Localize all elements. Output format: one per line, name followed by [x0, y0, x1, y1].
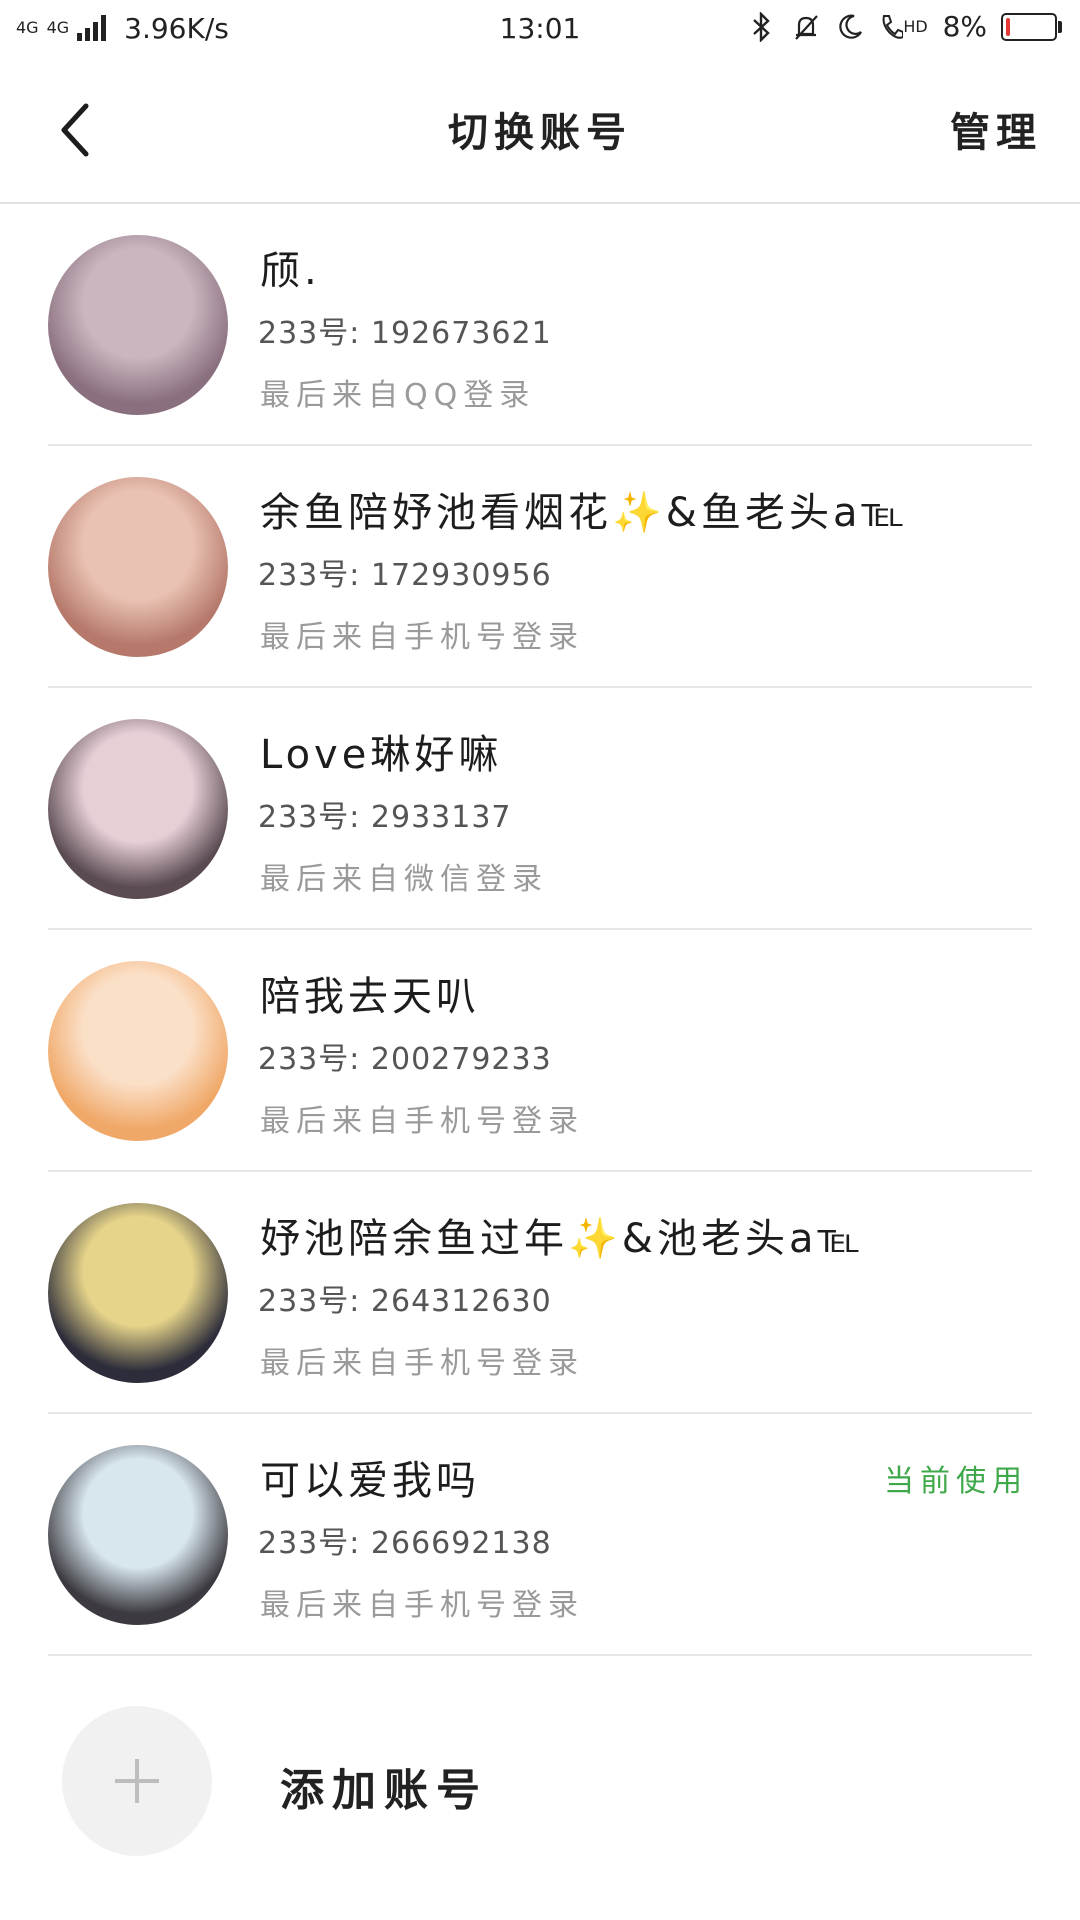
- avatar: [48, 235, 228, 415]
- last-login-source: 最后来自手机号登录: [260, 1104, 584, 1139]
- bluetooth-icon: [747, 11, 777, 42]
- last-login-source: 最后来自QQ登录: [260, 378, 536, 413]
- moon-icon: [835, 12, 865, 42]
- mute-bell-icon: [791, 12, 821, 42]
- account-item[interactable]: Love琳好嘛 233号: 2933137 最后来自微信登录: [0, 688, 1080, 930]
- network-speed: 3.96K/s: [124, 11, 229, 45]
- status-bar: 4G 4G 3.96K/s 13:01 HD 8%: [0, 0, 1080, 56]
- avatar: [48, 477, 228, 657]
- add-account-button[interactable]: [62, 1706, 212, 1856]
- account-id: 233号: 264312630: [258, 1284, 552, 1319]
- account-item[interactable]: 颀. 233号: 192673621 最后来自QQ登录: [0, 204, 1080, 446]
- top-app-bar: 切换账号 管理: [0, 56, 1080, 204]
- last-login-source: 最后来自手机号登录: [260, 1588, 584, 1623]
- hd-call-icon: HD: [879, 12, 929, 42]
- battery-percent: 8%: [942, 10, 987, 43]
- account-nickname: 可以爱我吗: [260, 1458, 480, 1504]
- current-account-badge: 当前使用: [884, 1464, 1028, 1499]
- battery-icon: [1001, 12, 1062, 41]
- avatar: [48, 719, 228, 899]
- account-id: 233号: 200279233: [258, 1042, 552, 1077]
- account-nickname: 陪我去天叭: [260, 974, 480, 1020]
- network-indicator-2: 4G: [46, 18, 70, 37]
- page-title: 切换账号: [448, 110, 632, 156]
- status-right: HD 8%: [747, 10, 1062, 43]
- account-item[interactable]: 可以爱我吗 233号: 266692138 最后来自手机号登录 当前使用: [0, 1414, 1080, 1656]
- account-nickname: 余鱼陪妤池看烟花✨&鱼老头a℡: [260, 490, 909, 536]
- avatar: [48, 1445, 228, 1625]
- battery-fill: [1006, 17, 1010, 36]
- account-nickname: Love琳好嘛: [260, 732, 503, 778]
- hd-label: HD: [903, 17, 928, 36]
- signal-icon: [77, 15, 107, 41]
- last-login-source: 最后来自手机号登录: [260, 620, 584, 655]
- account-item[interactable]: 余鱼陪妤池看烟花✨&鱼老头a℡ 233号: 172930956 最后来自手机号登录: [0, 446, 1080, 688]
- status-left: 4G 4G 3.96K/s: [16, 12, 229, 45]
- avatar: [48, 1203, 228, 1383]
- network-label: 4G: [16, 18, 39, 37]
- network-label-2: 4G: [46, 18, 70, 37]
- account-id: 233号: 266692138: [258, 1526, 552, 1561]
- avatar: [48, 961, 228, 1141]
- account-nickname: 妤池陪余鱼过年✨&池老头a℡: [260, 1216, 865, 1262]
- account-nickname: 颀.: [260, 248, 321, 294]
- account-item[interactable]: 陪我去天叭 233号: 200279233 最后来自手机号登录: [0, 930, 1080, 1172]
- add-account-row[interactable]: 添加账号: [0, 1656, 1080, 1856]
- manage-button[interactable]: 管理: [950, 100, 1042, 158]
- plus-icon: [115, 1759, 159, 1803]
- account-id: 233号: 172930956: [258, 558, 552, 593]
- account-list: 颀. 233号: 192673621 最后来自QQ登录余鱼陪妤池看烟花✨&鱼老头a℡…: [0, 204, 1080, 1656]
- add-account-label: 添加账号: [280, 1765, 488, 1816]
- last-login-source: 最后来自手机号登录: [260, 1346, 584, 1381]
- account-item[interactable]: 妤池陪余鱼过年✨&池老头a℡ 233号: 264312630 最后来自手机号登录: [0, 1172, 1080, 1414]
- clock: 13:01: [499, 12, 581, 45]
- network-indicator: 4G: [16, 18, 39, 37]
- last-login-source: 最后来自微信登录: [260, 862, 548, 897]
- account-id: 233号: 2933137: [258, 800, 512, 835]
- account-id: 233号: 192673621: [258, 316, 552, 351]
